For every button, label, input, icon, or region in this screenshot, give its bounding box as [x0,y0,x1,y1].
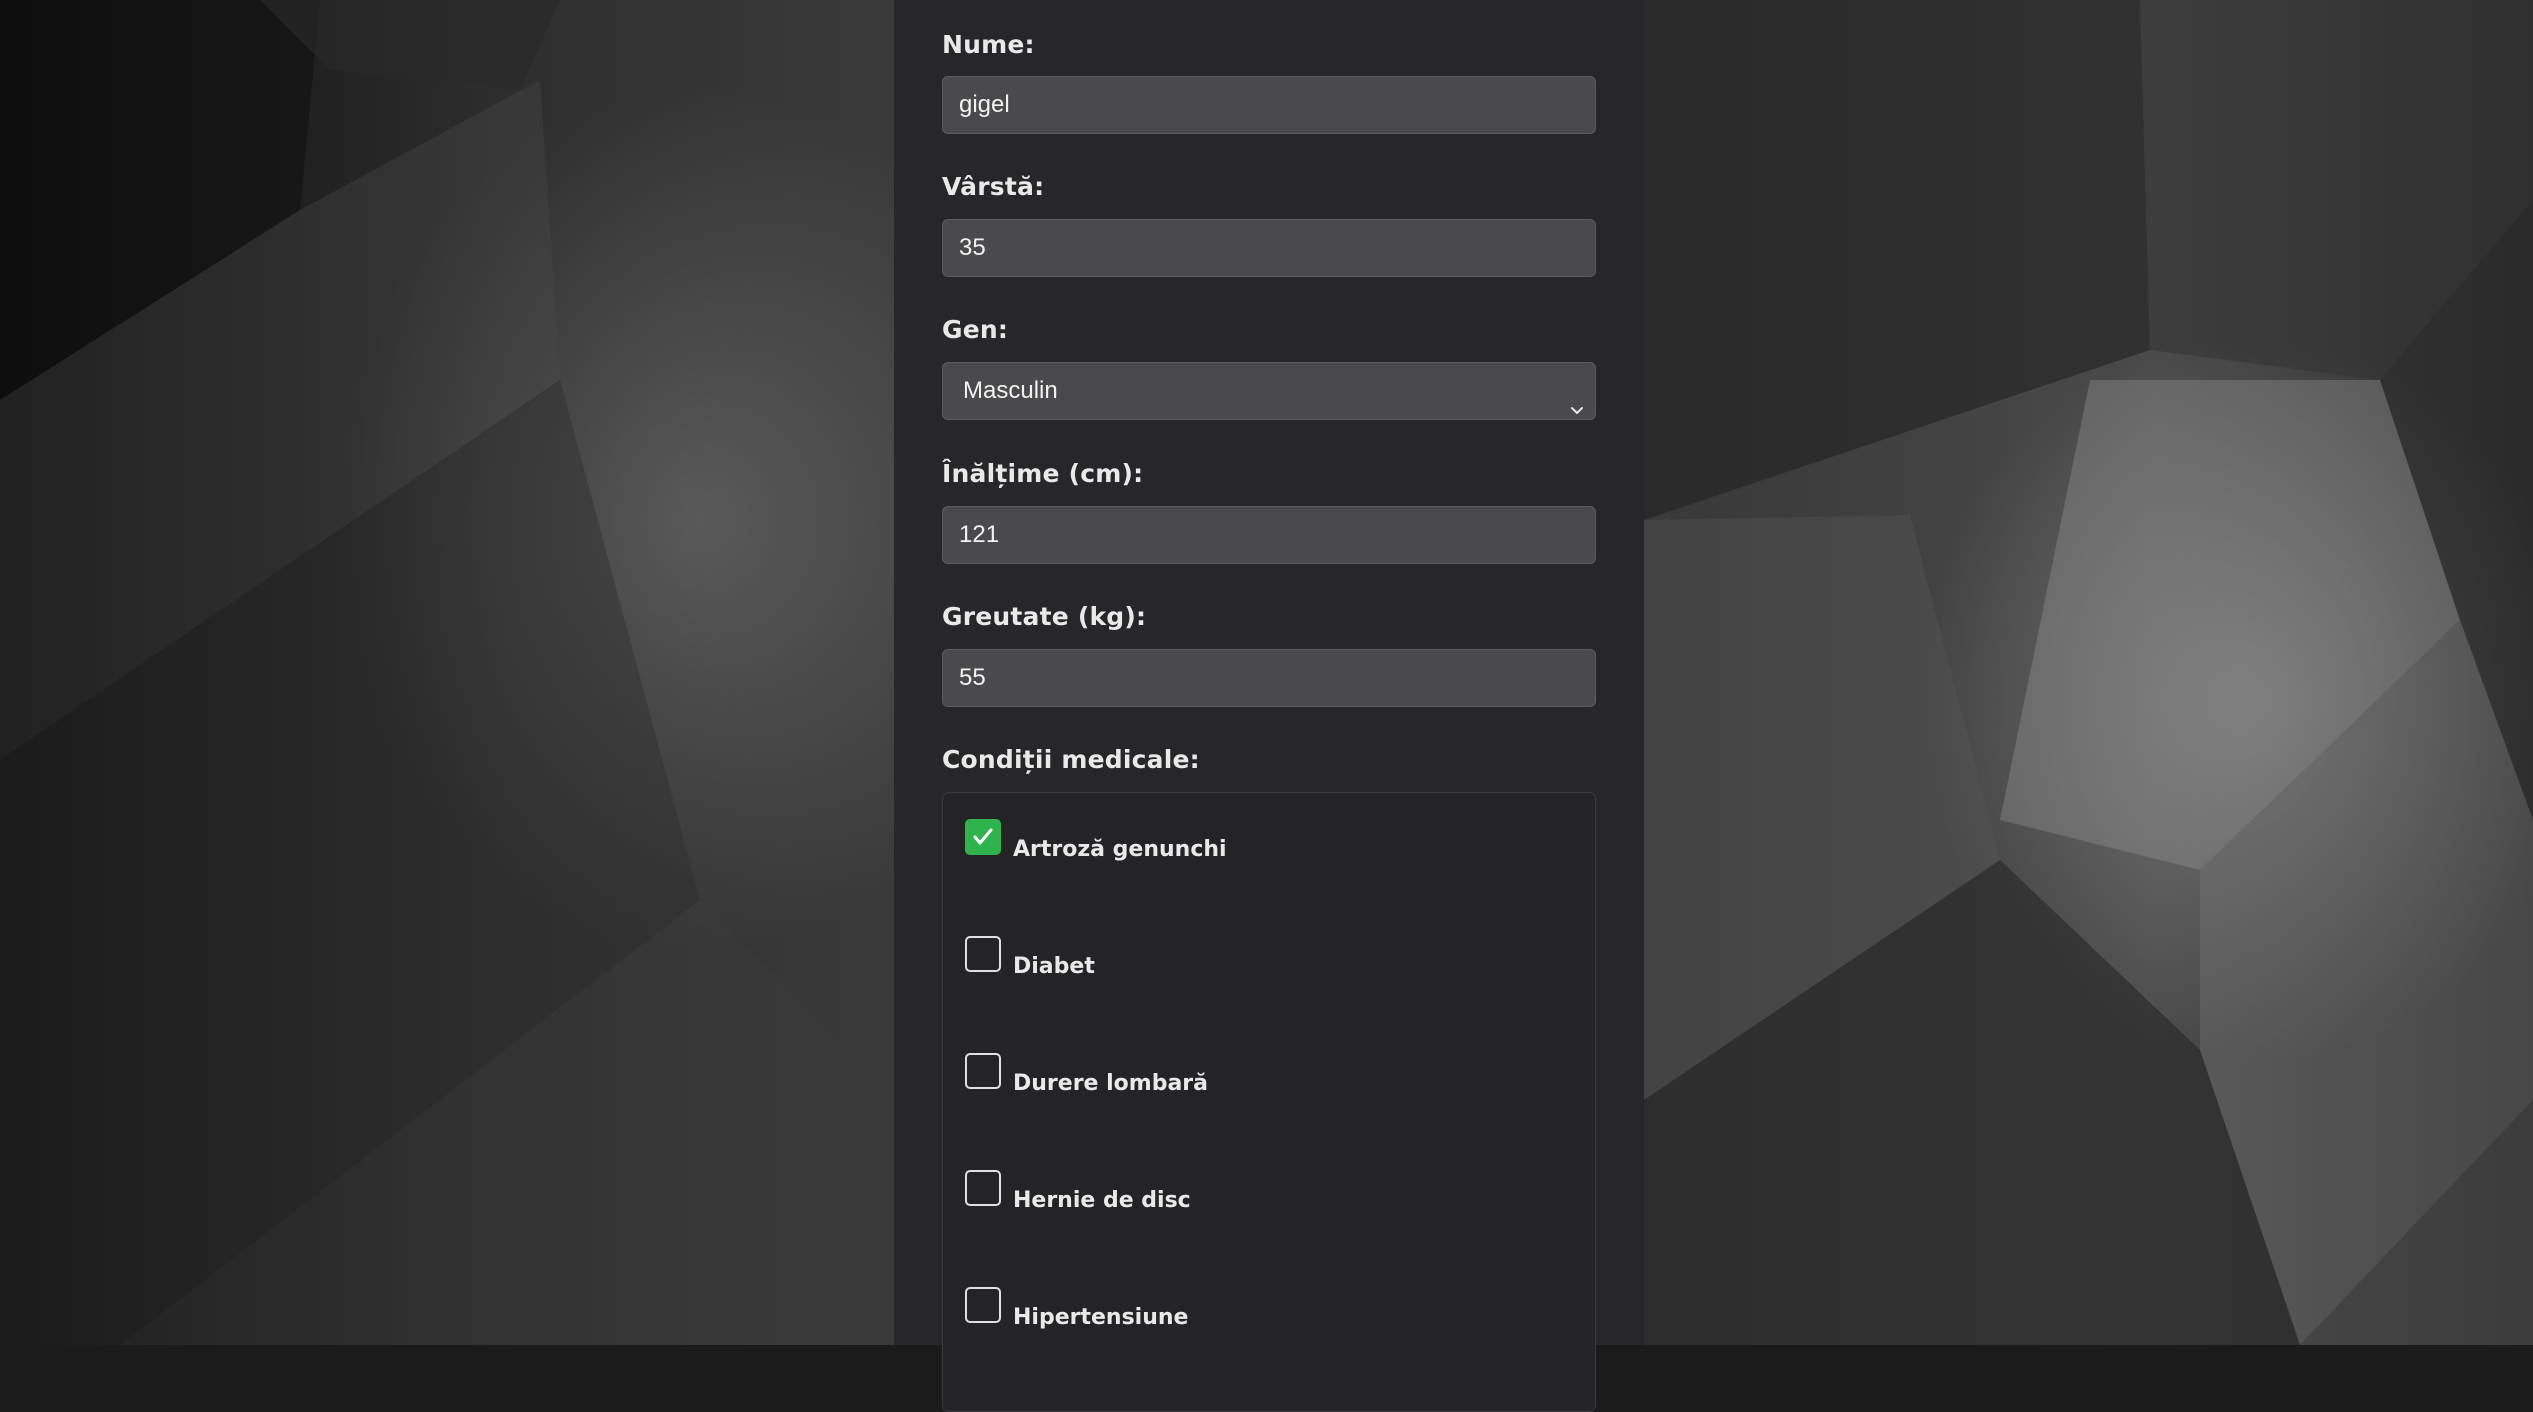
weight-label: Greutate (kg): [942,602,1147,631]
name-label: Nume: [942,30,1035,59]
patient-form: Nume: gigel Vârstă: 35 Gen: Masculin Înă… [894,0,1644,1412]
gender-label: Gen: [942,315,1009,344]
condition-label: Hipertensiune [1013,1305,1189,1330]
checkbox-durere-lombara[interactable] [965,1053,1001,1089]
age-input[interactable]: 35 [942,219,1596,277]
checkbox-diabet[interactable] [965,936,1001,972]
condition-item-hipertensiune[interactable]: Hipertensiune [965,1287,1565,1347]
conditions-label: Condiții medicale: [942,745,1200,774]
name-input[interactable]: gigel [942,76,1596,134]
height-label: Înălțime (cm): [942,459,1144,488]
condition-label: Hernie de disc [1013,1188,1191,1213]
condition-label: Durere lombară [1013,1071,1208,1096]
condition-label: Diabet [1013,954,1095,979]
gender-selected-value: Masculin [963,377,1058,404]
checkmark-icon [973,828,993,845]
condition-item-diabet[interactable]: Diabet [965,936,1565,996]
conditions-list: Artroză genunchi Diabet Durere lombară H… [942,792,1596,1412]
height-input[interactable]: 121 [942,506,1596,564]
age-label: Vârstă: [942,172,1045,201]
condition-label: Artroză genunchi [1013,837,1227,862]
gender-select[interactable]: Masculin [942,362,1596,420]
condition-item-hernie-de-disc[interactable]: Hernie de disc [965,1170,1565,1230]
condition-item-artroza[interactable]: Artroză genunchi [965,819,1565,879]
checkbox-hernie-de-disc[interactable] [965,1170,1001,1206]
chevron-down-icon [1569,383,1585,414]
checkbox-artroza[interactable] [965,819,1001,855]
weight-input[interactable]: 55 [942,649,1596,707]
checkbox-hipertensiune[interactable] [965,1287,1001,1323]
condition-item-durere-lombara[interactable]: Durere lombară [965,1053,1565,1113]
